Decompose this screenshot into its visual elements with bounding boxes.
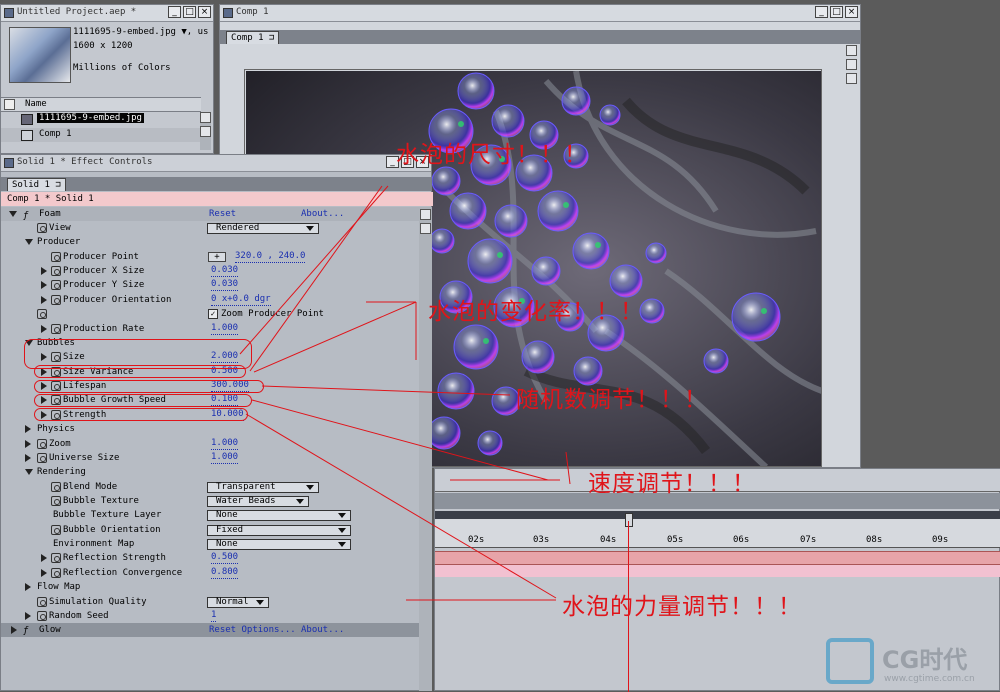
annotation-oval-growth [34,394,252,407]
watermark: CG时代 www.cgtime.com.cn [824,636,1000,691]
watermark-url: www.cgtime.com.cn [884,674,975,684]
annotation-oval-lifespan [34,380,264,393]
annotation-speed: 速度调节！！！ [588,471,756,497]
annotation-strength: 水泡的力量调节！！！ [562,594,802,620]
annotation-oval-strength [34,408,248,421]
annotation-oval-variance [34,365,246,378]
cg-logo-icon [826,638,874,684]
annotation-size: 水泡的尺寸！！！ [396,142,588,168]
annotation-variance: 水泡的变化率！！！ [428,299,644,325]
annotation-random: 随机数调节！！！ [516,387,708,413]
watermark-brand: CG时代 [882,646,968,674]
